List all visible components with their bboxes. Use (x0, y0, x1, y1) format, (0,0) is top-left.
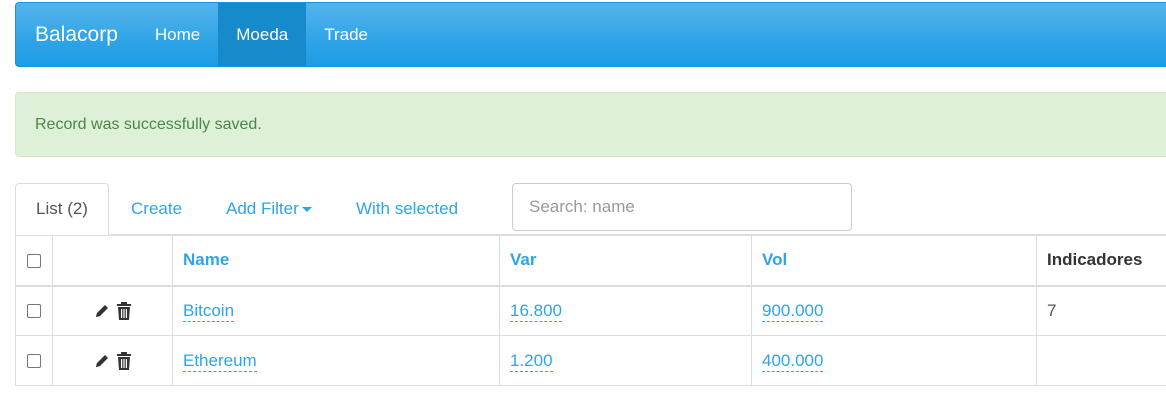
row-select-cell (15, 285, 53, 336)
column-header-indicadores: Indicadores (1036, 235, 1166, 287)
row-checkbox[interactable] (27, 354, 41, 369)
cell-vol[interactable]: 400.000 (751, 335, 1037, 386)
row-actions (52, 335, 173, 386)
nav-item-home[interactable]: Home (137, 3, 218, 66)
table-row: Ethereum 1.200 400.000 (15, 335, 1166, 386)
cell-vol[interactable]: 900.000 (751, 285, 1037, 336)
nav-item-moeda[interactable]: Moeda (218, 3, 307, 66)
tab-list[interactable]: List (2) (15, 183, 109, 235)
column-header-var[interactable]: Var (499, 235, 752, 287)
column-header-vol[interactable]: Vol (751, 235, 1037, 287)
caret-down-icon (301, 206, 312, 212)
cell-name[interactable]: Ethereum (172, 335, 500, 386)
select-all-checkbox[interactable] (27, 253, 41, 268)
success-alert: Record was successfully saved. (15, 92, 1166, 157)
trash-icon[interactable] (116, 302, 132, 321)
row-actions (52, 285, 173, 336)
tab-with-selected-label: With selected (356, 199, 459, 218)
tab-add-filter-label: Add Filter (226, 199, 299, 218)
alert-message: Record was successfully saved. (35, 115, 262, 133)
cell-indicadores (1036, 335, 1166, 386)
cell-vol-value[interactable]: 400.000 (762, 350, 824, 372)
table-header-row: Name Var Vol Indicadores (15, 235, 1166, 287)
pencil-icon[interactable] (93, 352, 111, 370)
tab-create[interactable]: Create (131, 183, 182, 235)
cell-var-value[interactable]: 1.200 (510, 350, 553, 372)
pencil-icon[interactable] (93, 302, 111, 320)
tab-add-filter[interactable]: Add Filter (226, 183, 312, 235)
cell-name[interactable]: Bitcoin (172, 285, 500, 336)
cell-name-value[interactable]: Bitcoin (183, 300, 235, 322)
select-all-cell (15, 235, 53, 287)
row-select-cell (15, 335, 53, 386)
row-checkbox[interactable] (27, 304, 41, 319)
column-header-name[interactable]: Name (172, 235, 500, 287)
cell-var[interactable]: 16.800 (499, 285, 752, 336)
nav-item-trade[interactable]: Trade (306, 3, 386, 66)
search-input[interactable] (512, 183, 852, 231)
cell-name-value[interactable]: Ethereum (183, 350, 257, 372)
brand-logo[interactable]: Balacorp (16, 3, 137, 66)
data-table: Name Var Vol Indicadores Bitcoin 16.800 … (15, 235, 1166, 386)
trash-icon[interactable] (116, 352, 132, 371)
table-row: Bitcoin 16.800 900.000 7 (15, 285, 1166, 336)
cell-vol-value[interactable]: 900.000 (762, 300, 824, 322)
actions-header (52, 235, 173, 287)
tab-create-label: Create (131, 199, 183, 218)
navbar: Balacorp Home Moeda Trade (15, 2, 1166, 67)
cell-indicadores: 7 (1036, 285, 1166, 336)
tab-with-selected[interactable]: With selected (356, 183, 458, 235)
cell-var[interactable]: 1.200 (499, 335, 752, 386)
cell-var-value[interactable]: 16.800 (510, 300, 562, 322)
